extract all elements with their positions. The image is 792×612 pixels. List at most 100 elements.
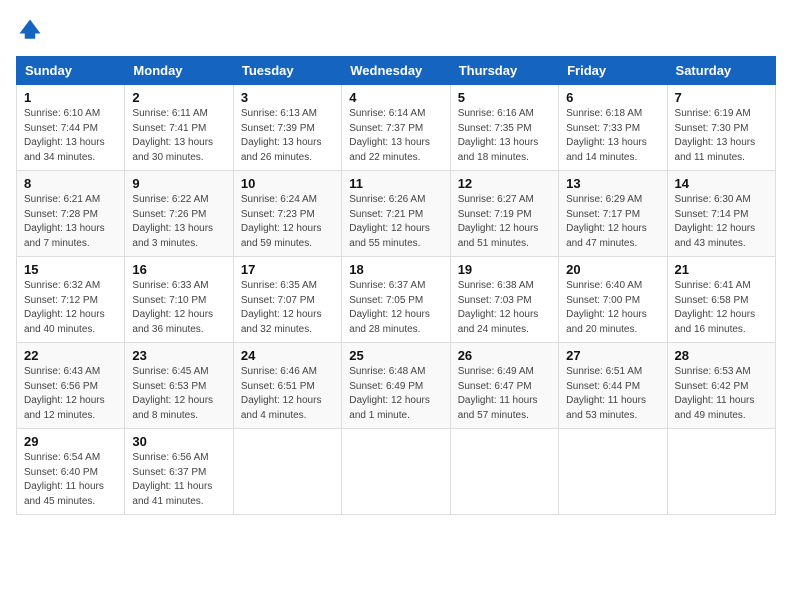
day-number: 22 <box>24 348 117 363</box>
day-number: 27 <box>566 348 659 363</box>
day-number: 24 <box>241 348 334 363</box>
logo <box>16 16 48 44</box>
day-number: 30 <box>132 434 225 449</box>
calendar-cell: 14 Sunrise: 6:30 AMSunset: 7:14 PMDayligh… <box>667 171 775 257</box>
day-detail: Sunrise: 6:21 AMSunset: 7:28 PMDaylight:… <box>24 193 117 251</box>
day-number: 25 <box>349 348 442 363</box>
day-detail: Sunrise: 6:18 AMSunset: 7:33 PMDaylight:… <box>566 107 659 165</box>
day-number: 20 <box>566 262 659 277</box>
day-detail: Sunrise: 6:37 AMSunset: 7:05 PMDaylight:… <box>349 279 442 337</box>
calendar-week-1: 1 Sunrise: 6:10 AMSunset: 7:44 PMDaylight… <box>17 85 776 171</box>
day-number: 19 <box>458 262 551 277</box>
calendar-cell: 1 Sunrise: 6:10 AMSunset: 7:44 PMDaylight… <box>17 85 125 171</box>
calendar-cell: 10 Sunrise: 6:24 AMSunset: 7:23 PMDayligh… <box>233 171 341 257</box>
calendar-cell: 6 Sunrise: 6:18 AMSunset: 7:33 PMDaylight… <box>559 85 667 171</box>
day-detail: Sunrise: 6:54 AMSunset: 6:40 PMDaylight:… <box>24 451 117 509</box>
weekday-header-thursday: Thursday <box>450 57 558 85</box>
weekday-header-wednesday: Wednesday <box>342 57 450 85</box>
calendar-cell: 20Sunrise: 6:40 AMSunset: 7:00 PMDayligh… <box>559 257 667 343</box>
calendar-cell: 19 Sunrise: 6:38 AMSunset: 7:03 PMDayligh… <box>450 257 558 343</box>
calendar-cell: 30Sunrise: 6:56 AMSunset: 6:37 PMDayligh… <box>125 429 233 515</box>
day-detail: Sunrise: 6:24 AMSunset: 7:23 PMDaylight:… <box>241 193 334 251</box>
calendar-cell: 11 Sunrise: 6:26 AMSunset: 7:21 PMDayligh… <box>342 171 450 257</box>
weekday-header-tuesday: Tuesday <box>233 57 341 85</box>
page-header <box>16 16 776 44</box>
calendar-body: 1 Sunrise: 6:10 AMSunset: 7:44 PMDaylight… <box>17 85 776 515</box>
day-number: 18 <box>349 262 442 277</box>
day-detail: Sunrise: 6:48 AMSunset: 6:49 PMDaylight:… <box>349 365 442 423</box>
day-detail: Sunrise: 6:46 AMSunset: 6:51 PMDaylight:… <box>241 365 334 423</box>
calendar-cell: 8Sunrise: 6:21 AMSunset: 7:28 PMDaylight… <box>17 171 125 257</box>
calendar-cell: 12Sunrise: 6:27 AMSunset: 7:19 PMDayligh… <box>450 171 558 257</box>
day-number: 28 <box>675 348 768 363</box>
day-number: 12 <box>458 176 551 191</box>
day-detail: Sunrise: 6:11 AMSunset: 7:41 PMDaylight:… <box>132 107 225 165</box>
day-number: 16 <box>132 262 225 277</box>
logo-icon <box>16 16 44 44</box>
day-detail: Sunrise: 6:19 AMSunset: 7:30 PMDaylight:… <box>675 107 768 165</box>
calendar-cell: 26 Sunrise: 6:49 AMSunset: 6:47 PMDayligh… <box>450 343 558 429</box>
day-detail: Sunrise: 6:38 AMSunset: 7:03 PMDaylight:… <box>458 279 551 337</box>
day-detail: Sunrise: 6:53 AMSunset: 6:42 PMDaylight:… <box>675 365 768 423</box>
day-detail: Sunrise: 6:29 AMSunset: 7:17 PMDaylight:… <box>566 193 659 251</box>
day-number: 14 <box>675 176 768 191</box>
day-detail: Sunrise: 6:45 AMSunset: 6:53 PMDaylight:… <box>132 365 225 423</box>
calendar-cell: 15 Sunrise: 6:32 AMSunset: 7:12 PMDayligh… <box>17 257 125 343</box>
calendar-cell <box>667 429 775 515</box>
calendar-cell: 27 Sunrise: 6:51 AMSunset: 6:44 PMDayligh… <box>559 343 667 429</box>
calendar-cell: 16 Sunrise: 6:33 AMSunset: 7:10 PMDayligh… <box>125 257 233 343</box>
day-detail: Sunrise: 6:35 AMSunset: 7:07 PMDaylight:… <box>241 279 334 337</box>
calendar-cell: 23 Sunrise: 6:45 AMSunset: 6:53 PMDayligh… <box>125 343 233 429</box>
calendar-cell: 28 Sunrise: 6:53 AMSunset: 6:42 PMDayligh… <box>667 343 775 429</box>
day-number: 23 <box>132 348 225 363</box>
day-number: 3 <box>241 90 334 105</box>
day-number: 13 <box>566 176 659 191</box>
calendar-header-row: SundayMondayTuesdayWednesdayThursdayFrid… <box>17 57 776 85</box>
day-number: 7 <box>675 90 768 105</box>
day-detail: Sunrise: 6:41 AMSunset: 6:58 PMDaylight:… <box>675 279 768 337</box>
day-number: 15 <box>24 262 117 277</box>
calendar-week-3: 15 Sunrise: 6:32 AMSunset: 7:12 PMDayligh… <box>17 257 776 343</box>
day-number: 26 <box>458 348 551 363</box>
day-detail: Sunrise: 6:30 AMSunset: 7:14 PMDaylight:… <box>675 193 768 251</box>
day-number: 2 <box>132 90 225 105</box>
day-detail: Sunrise: 6:43 AMSunset: 6:56 PMDaylight:… <box>24 365 117 423</box>
day-detail: Sunrise: 6:14 AMSunset: 7:37 PMDaylight:… <box>349 107 442 165</box>
calendar-cell: 5 Sunrise: 6:16 AMSunset: 7:35 PMDaylight… <box>450 85 558 171</box>
day-detail: Sunrise: 6:26 AMSunset: 7:21 PMDaylight:… <box>349 193 442 251</box>
calendar-cell: 2 Sunrise: 6:11 AMSunset: 7:41 PMDaylight… <box>125 85 233 171</box>
calendar-cell <box>233 429 341 515</box>
day-number: 29 <box>24 434 117 449</box>
day-number: 11 <box>349 176 442 191</box>
day-number: 1 <box>24 90 117 105</box>
day-number: 4 <box>349 90 442 105</box>
calendar-cell: 24 Sunrise: 6:46 AMSunset: 6:51 PMDayligh… <box>233 343 341 429</box>
day-detail: Sunrise: 6:10 AMSunset: 7:44 PMDaylight:… <box>24 107 117 165</box>
day-detail: Sunrise: 6:32 AMSunset: 7:12 PMDaylight:… <box>24 279 117 337</box>
day-number: 21 <box>675 262 768 277</box>
calendar-cell: 7 Sunrise: 6:19 AMSunset: 7:30 PMDaylight… <box>667 85 775 171</box>
day-number: 9 <box>132 176 225 191</box>
calendar-cell <box>450 429 558 515</box>
day-detail: Sunrise: 6:33 AMSunset: 7:10 PMDaylight:… <box>132 279 225 337</box>
weekday-header-monday: Monday <box>125 57 233 85</box>
day-detail: Sunrise: 6:49 AMSunset: 6:47 PMDaylight:… <box>458 365 551 423</box>
calendar-cell <box>342 429 450 515</box>
day-detail: Sunrise: 6:16 AMSunset: 7:35 PMDaylight:… <box>458 107 551 165</box>
day-number: 5 <box>458 90 551 105</box>
day-number: 10 <box>241 176 334 191</box>
calendar-week-5: 29 Sunrise: 6:54 AMSunset: 6:40 PMDayligh… <box>17 429 776 515</box>
calendar-cell: 29 Sunrise: 6:54 AMSunset: 6:40 PMDayligh… <box>17 429 125 515</box>
calendar-week-2: 8Sunrise: 6:21 AMSunset: 7:28 PMDaylight… <box>17 171 776 257</box>
day-detail: Sunrise: 6:51 AMSunset: 6:44 PMDaylight:… <box>566 365 659 423</box>
calendar-cell: 13 Sunrise: 6:29 AMSunset: 7:17 PMDayligh… <box>559 171 667 257</box>
calendar-week-4: 22 Sunrise: 6:43 AMSunset: 6:56 PMDayligh… <box>17 343 776 429</box>
day-number: 6 <box>566 90 659 105</box>
day-number: 17 <box>241 262 334 277</box>
calendar-cell: 4 Sunrise: 6:14 AMSunset: 7:37 PMDaylight… <box>342 85 450 171</box>
calendar-cell <box>559 429 667 515</box>
calendar-cell: 3Sunrise: 6:13 AMSunset: 7:39 PMDaylight… <box>233 85 341 171</box>
calendar-cell: 25 Sunrise: 6:48 AMSunset: 6:49 PMDayligh… <box>342 343 450 429</box>
calendar-table: SundayMondayTuesdayWednesdayThursdayFrid… <box>16 56 776 515</box>
calendar-cell: 21 Sunrise: 6:41 AMSunset: 6:58 PMDayligh… <box>667 257 775 343</box>
